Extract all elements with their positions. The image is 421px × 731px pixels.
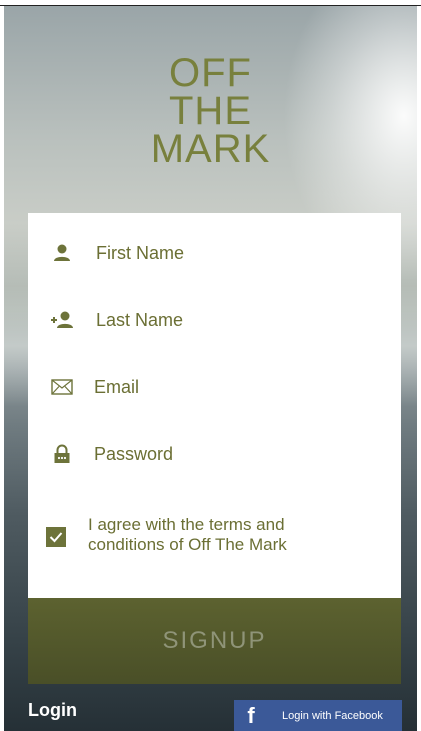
first-name-field[interactable]: First Name: [28, 233, 401, 273]
brand-line-2: THE: [169, 89, 252, 133]
signup-button[interactable]: SIGNUP: [28, 598, 401, 684]
brand-line-3: MARK: [150, 127, 271, 171]
password-placeholder: Password: [94, 443, 174, 464]
last-name-field[interactable]: Last Name: [28, 300, 401, 340]
lock-icon: [42, 441, 82, 467]
facebook-login-label: Login with Facebook: [282, 709, 383, 722]
facebook-login-button[interactable]: f Login with Facebook: [234, 700, 402, 731]
login-link[interactable]: Login: [28, 700, 77, 721]
signup-form: First Name Last Name Email Password I ag: [28, 213, 401, 598]
facebook-icon: f: [247, 702, 255, 728]
app-logo-text: OFF THE MARK: [4, 51, 417, 171]
user-icon: [42, 240, 82, 266]
password-field[interactable]: Password: [28, 434, 401, 474]
add-user-icon: [42, 307, 82, 333]
first-name-placeholder: First Name: [96, 242, 185, 263]
email-placeholder: Email: [94, 376, 140, 397]
signup-screen: OFF THE MARK First Name Last Name Email: [4, 6, 417, 731]
terms-agreement: I agree with the terms and conditions of…: [46, 515, 338, 555]
email-field[interactable]: Email: [28, 367, 401, 407]
checkmark-icon: [49, 532, 63, 543]
terms-checkbox[interactable]: [46, 527, 66, 547]
brand-line-1: OFF: [169, 51, 252, 95]
terms-text: I agree with the terms and conditions of…: [88, 515, 287, 554]
envelope-icon: [42, 374, 82, 400]
last-name-placeholder: Last Name: [96, 309, 184, 330]
